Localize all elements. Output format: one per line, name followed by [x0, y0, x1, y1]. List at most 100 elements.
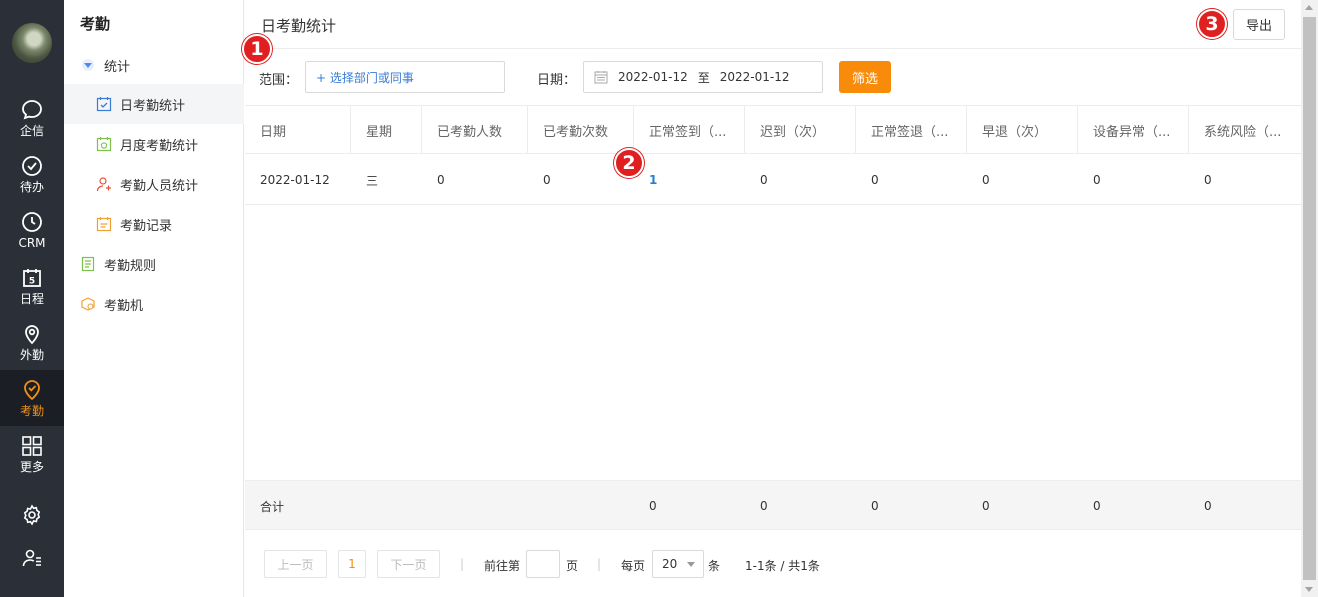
- date-range-picker[interactable]: 2022-01-12 至 2022-01-12: [583, 61, 823, 93]
- nav-item-qixin[interactable]: 企信: [0, 90, 64, 146]
- col-header[interactable]: 已考勤人数: [422, 106, 528, 154]
- nav-item-label: 更多: [19, 460, 44, 474]
- page-size-value: 20: [662, 557, 678, 571]
- annotation-marker-1: 1: [242, 34, 272, 64]
- nav-item-label: 待办: [19, 180, 44, 194]
- sidebar-item-label: 考勤规则: [104, 258, 157, 274]
- scrollbar-thumb[interactable]: [1303, 17, 1316, 580]
- nav-item-schedule[interactable]: 5 日程: [0, 258, 64, 314]
- next-page-button[interactable]: 下一页: [377, 550, 440, 578]
- sidebar-item-label: 考勤机: [104, 298, 144, 314]
- settings-gear-icon[interactable]: [20, 503, 44, 527]
- date-label: 日期：: [537, 73, 577, 88]
- scroll-down-arrow-icon[interactable]: [1305, 587, 1313, 592]
- col-header[interactable]: 迟到（次）: [745, 106, 856, 154]
- col-header[interactable]: 早退（次）: [967, 106, 1078, 154]
- cell-date: 2022-01-12: [260, 173, 330, 187]
- check-circle-icon: [22, 156, 42, 176]
- scope-select-input[interactable]: + 选择部门或同事: [305, 61, 505, 93]
- total-value: 0: [1204, 499, 1212, 513]
- clock-icon: [22, 212, 42, 232]
- pager-divider: |: [460, 557, 465, 571]
- col-header[interactable]: 系统风险（...: [1189, 106, 1301, 154]
- calendar-money-icon: [96, 137, 112, 152]
- total-value: 0: [1093, 499, 1101, 513]
- col-header[interactable]: 日期: [245, 106, 351, 154]
- annotation-marker-2: 2: [614, 148, 644, 178]
- cell-early-leave: 0: [982, 173, 990, 187]
- col-header[interactable]: 正常签到（...: [634, 106, 745, 154]
- page-scrollbar[interactable]: [1301, 0, 1318, 597]
- nav-item-label: CRM: [18, 236, 46, 250]
- page-title: 日考勤统计: [261, 17, 337, 35]
- chevron-down-icon: [687, 562, 695, 567]
- goto-prefix: 前往第: [484, 559, 521, 573]
- cell-device-anomaly: 0: [1093, 173, 1101, 187]
- nav-item-label: 外勤: [19, 348, 44, 362]
- nav-item-attendance[interactable]: 考勤: [0, 370, 64, 426]
- total-value: 0: [871, 499, 879, 513]
- pagination-summary: 1-1条 / 共1条: [745, 559, 820, 573]
- sidebar-item-label: 考勤人员统计: [120, 178, 199, 194]
- table-row: 2022-01-12 三 0 0 1 0 0 0 0 0: [245, 155, 1301, 205]
- record-calendar-icon: [96, 217, 112, 232]
- calendar-5-icon: 5: [23, 269, 41, 287]
- page-size-select[interactable]: 20: [652, 550, 704, 578]
- sidebar-item-label: 日考勤统计: [120, 98, 186, 114]
- annotation-marker-3: 3: [1197, 9, 1227, 39]
- col-header[interactable]: 正常签退（...: [856, 106, 967, 154]
- nav-item-field[interactable]: 外勤: [0, 314, 64, 370]
- goto-page-input[interactable]: [526, 550, 560, 578]
- cell-system-risk: 0: [1204, 173, 1212, 187]
- total-value: 0: [760, 499, 768, 513]
- location-pin-icon: [25, 325, 39, 345]
- caret-down-icon: [82, 59, 94, 71]
- svg-text:5: 5: [29, 277, 35, 287]
- sidebar-item-rules[interactable]: 考勤规则: [64, 244, 244, 284]
- table-header: 日期 星期 已考勤人数 已考勤次数 正常签到（... 迟到（次） 正常签退（..…: [245, 106, 1301, 154]
- attendance-machine-icon: [81, 297, 95, 311]
- sidebar-group-stats[interactable]: 统计: [64, 52, 244, 78]
- export-button[interactable]: 导出: [1233, 9, 1285, 40]
- nav-item-label: 企信: [19, 124, 44, 138]
- nav-item-crm[interactable]: CRM: [0, 202, 64, 258]
- filter-button[interactable]: 筛选: [839, 61, 891, 93]
- sidebar-item-label: 考勤记录: [120, 218, 173, 234]
- sidebar-item-label: 月度考勤统计: [120, 138, 199, 154]
- col-header[interactable]: 设备异常（...: [1078, 106, 1189, 154]
- cell-weekday: 三: [366, 173, 379, 188]
- scroll-up-arrow-icon[interactable]: [1305, 5, 1313, 10]
- cell-normal-signout: 0: [871, 173, 879, 187]
- date-start: 2022-01-12: [618, 70, 688, 84]
- chat-bubble-icon: [22, 100, 42, 120]
- attendance-check-icon: [24, 380, 40, 401]
- nav-item-label: 日程: [19, 292, 44, 306]
- pager-divider: |: [597, 557, 602, 571]
- sidebar-item-monthly-stats[interactable]: 月度考勤统计: [64, 124, 244, 164]
- sub-sidebar: 考勤 统计 日考勤统计 月度考勤统计 考勤人员统计 考勤记录 考勤规则 考勤机: [64, 0, 244, 597]
- sidebar-item-records[interactable]: 考勤记录: [64, 204, 244, 244]
- date-separator: 至: [697, 70, 710, 85]
- sidebar-item-daily-stats[interactable]: 日考勤统计: [64, 84, 244, 124]
- user-avatar[interactable]: [12, 23, 52, 63]
- user-stats-icon: [96, 177, 111, 192]
- sidebar-group-label: 统计: [104, 59, 131, 75]
- sidebar-item-machine[interactable]: 考勤机: [64, 284, 244, 324]
- cell-attended-people: 0: [437, 173, 445, 187]
- per-page-label: 每页: [621, 559, 646, 573]
- nav-item-label: 考勤: [19, 404, 44, 418]
- sidebar-item-staff-stats[interactable]: 考勤人员统计: [64, 164, 244, 204]
- cell-attended-count: 0: [543, 173, 551, 187]
- prev-page-button[interactable]: 上一页: [264, 550, 327, 578]
- main-content: 日考勤统计 导出 范围： + 选择部门或同事 日期： 2022-01-12 至 …: [245, 0, 1301, 597]
- col-header[interactable]: 已考勤次数: [528, 106, 634, 154]
- calendar-icon: [594, 71, 608, 84]
- table-total-row: 合计 0 0 0 0 0 0: [245, 480, 1301, 530]
- total-value: 0: [649, 499, 657, 513]
- page-number-current[interactable]: 1: [338, 550, 366, 578]
- col-header[interactable]: 星期: [351, 106, 422, 154]
- nav-item-more[interactable]: 更多: [0, 426, 64, 482]
- total-value: 0: [982, 499, 990, 513]
- nav-item-todo[interactable]: 待办: [0, 146, 64, 202]
- user-list-icon[interactable]: [20, 546, 44, 570]
